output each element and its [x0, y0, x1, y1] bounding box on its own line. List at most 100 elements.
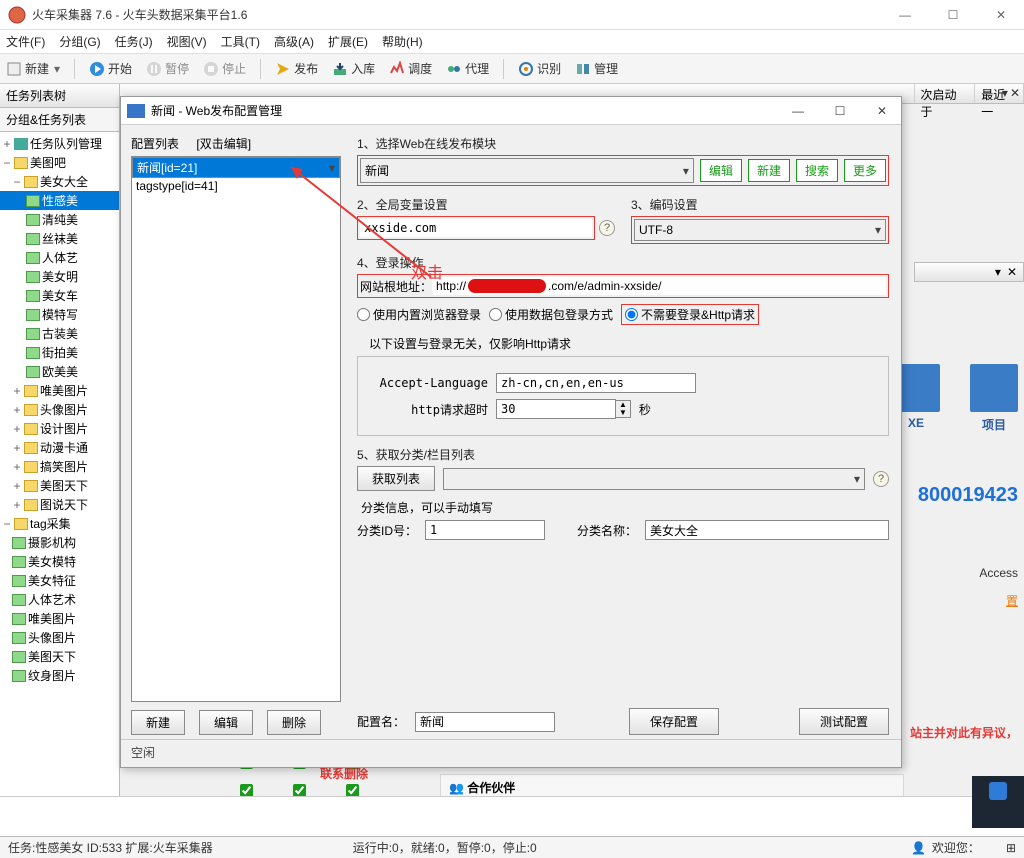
http-hint: 以下设置与登录无关，仅影响Http请求: [369, 335, 889, 352]
menu-task[interactable]: 任务(J): [115, 33, 153, 50]
timeout-label: http请求超时: [368, 401, 488, 418]
menubar: 文件(F) 分组(G) 任务(J) 视图(V) 工具(T) 高级(A) 扩展(E…: [0, 30, 1024, 54]
access-label: Access: [979, 566, 1018, 580]
config-name-input[interactable]: [415, 712, 555, 732]
tb-stop[interactable]: 停止: [203, 60, 246, 77]
config-item[interactable]: tagstype[id=41]: [132, 178, 340, 194]
pane-down-icon[interactable]: ▾: [1002, 86, 1008, 100]
tb-import[interactable]: 入库: [332, 60, 375, 77]
win-flag-icon: ⊞: [1006, 841, 1016, 855]
accept-language-input[interactable]: [496, 373, 696, 393]
dialog-icon: [127, 104, 145, 118]
cat-hint: 分类信息，可以手动填写: [361, 499, 889, 516]
statusbar: 任务:性感美女 ID:533 扩展:火车采集器 运行中:0，就绪:0，暂停:0，…: [0, 836, 1024, 858]
status-run: 运行中:0，就绪:0，暂停:0，停止:0: [353, 839, 537, 856]
toolbar: 新建▾ 开始 暂停 停止 发布 入库 调度 代理 识别 管理: [0, 54, 1024, 84]
pane-close-icon[interactable]: ✕: [1010, 86, 1020, 100]
tb-pause[interactable]: 暂停: [146, 60, 189, 77]
module-select[interactable]: 新闻: [360, 158, 694, 183]
redacted-host: [468, 279, 546, 293]
timeout-unit: 秒: [639, 401, 651, 418]
accept-language-label: Accept-Language: [368, 376, 488, 390]
pane2-down-icon[interactable]: ▾: [995, 265, 1001, 279]
user-icon: 👤: [911, 841, 926, 855]
spin-down-icon[interactable]: ▼: [616, 409, 630, 417]
category-select[interactable]: [443, 468, 865, 490]
module-new-button[interactable]: 新建: [748, 159, 790, 182]
help-icon[interactable]: ?: [873, 471, 889, 487]
app-logo-icon: [8, 6, 26, 24]
task-tree-pane: 任务列表树 分组&任务列表 +任务队列管理 −美图吧 −美女大全 性感美 清纯美…: [0, 84, 120, 826]
cat-name-label: 分类名称：: [577, 522, 637, 539]
status-task: 任务:性感美女 ID:533 扩展:火车采集器: [8, 839, 213, 856]
cat-id-input[interactable]: [425, 520, 545, 540]
tree-pane-tab[interactable]: 分组&任务列表: [0, 108, 119, 132]
tb-publish[interactable]: 发布: [275, 60, 318, 77]
tb-new[interactable]: 新建▾: [6, 60, 60, 77]
global-var-input[interactable]: [360, 219, 592, 237]
config-delete-button[interactable]: 删除: [267, 710, 321, 735]
config-list[interactable]: 新闻[id=21] tagstype[id=41]: [131, 156, 341, 702]
menu-file[interactable]: 文件(F): [6, 33, 45, 50]
menu-advanced[interactable]: 高级(A): [274, 33, 314, 50]
phone-number: 800019423: [918, 484, 1018, 507]
tray-widget[interactable]: [972, 776, 1024, 828]
save-config-button[interactable]: 保存配置: [629, 708, 719, 735]
people-icon: 👥: [449, 781, 464, 795]
timeout-input[interactable]: [496, 399, 616, 419]
tb-proxy[interactable]: 代理: [446, 60, 489, 77]
objection-note: 站主并对此有异议，: [910, 724, 1018, 741]
section1-label: 1、选择Web在线发布模块: [357, 135, 889, 152]
col-last-start[interactable]: 次启动于: [915, 84, 976, 103]
menu-help[interactable]: 帮助(H): [382, 33, 423, 50]
tb-manage[interactable]: 管理: [575, 60, 618, 77]
tb-start[interactable]: 开始: [89, 60, 132, 77]
web-publish-dialog: 新闻 - Web发布配置管理 — ☐ ✕ 配置列表 [双击编辑] 新闻[id=2…: [120, 96, 902, 768]
cat-name-input[interactable]: [645, 520, 889, 540]
pane2-close-icon[interactable]: ✕: [1007, 265, 1017, 279]
encoding-select[interactable]: UTF-8: [634, 219, 886, 241]
status-welcome: 欢迎您：: [932, 839, 980, 856]
maximize-button[interactable]: ☐: [938, 8, 968, 22]
help-icon[interactable]: ?: [599, 220, 615, 236]
section5-label: 5、获取分类/栏目列表: [357, 446, 889, 463]
dialog-status: 空闲: [121, 739, 901, 763]
config-edit-button[interactable]: 编辑: [199, 710, 253, 735]
config-name-label: 配置名：: [357, 713, 405, 730]
task-tree[interactable]: +任务队列管理 −美图吧 −美女大全 性感美 清纯美 丝袜美 人体艺 美女明 美…: [0, 132, 119, 826]
cat-id-label: 分类ID号：: [357, 522, 417, 539]
menu-extension[interactable]: 扩展(E): [328, 33, 368, 50]
section2-label: 2、全局变量设置: [357, 196, 615, 213]
radio-browser-login[interactable]: 使用内置浏览器登录: [357, 306, 481, 323]
root-url-label: 网站根地址：: [360, 278, 432, 295]
dialog-title: 新闻 - Web发布配置管理: [151, 102, 785, 119]
dialog-close-button[interactable]: ✕: [869, 104, 895, 118]
radio-packet-login[interactable]: 使用数据包登录方式: [489, 306, 613, 323]
dialog-maximize-button[interactable]: ☐: [827, 104, 853, 118]
tb-recognize[interactable]: 识别: [518, 60, 561, 77]
menu-view[interactable]: 视图(V): [167, 33, 207, 50]
config-new-button[interactable]: 新建: [131, 710, 185, 735]
get-list-button[interactable]: 获取列表: [357, 466, 435, 491]
dialog-minimize-button[interactable]: —: [785, 104, 811, 118]
config-list-header: 配置列表 [双击编辑]: [131, 135, 341, 152]
root-url-input[interactable]: http:// .com/e/admin-xxside/: [432, 277, 886, 295]
config-item[interactable]: 新闻[id=21]: [132, 157, 340, 178]
section4-label: 4、登录操作: [357, 254, 889, 271]
menu-tool[interactable]: 工具(T): [221, 33, 260, 50]
section3-label: 3、编码设置: [631, 196, 889, 213]
tree-pane-title: 任务列表树: [0, 84, 119, 108]
module-more-button[interactable]: 更多: [844, 159, 886, 182]
project-icon[interactable]: [970, 364, 1018, 412]
menu-group[interactable]: 分组(G): [59, 33, 100, 50]
test-config-button[interactable]: 测试配置: [799, 708, 889, 735]
titlebar: 火车采集器 7.6 - 火车头数据采集平台1.6 — ☐ ✕: [0, 0, 1024, 30]
module-search-button[interactable]: 搜索: [796, 159, 838, 182]
module-edit-button[interactable]: 编辑: [700, 159, 742, 182]
tb-debug[interactable]: 调度: [389, 60, 432, 77]
radio-no-login[interactable]: 不需要登录&Http请求: [625, 306, 755, 323]
minimize-button[interactable]: —: [890, 8, 920, 22]
settings-link[interactable]: 置: [1006, 592, 1018, 609]
close-button[interactable]: ✕: [986, 8, 1016, 22]
window-title: 火车采集器 7.6 - 火车头数据采集平台1.6: [32, 6, 890, 23]
